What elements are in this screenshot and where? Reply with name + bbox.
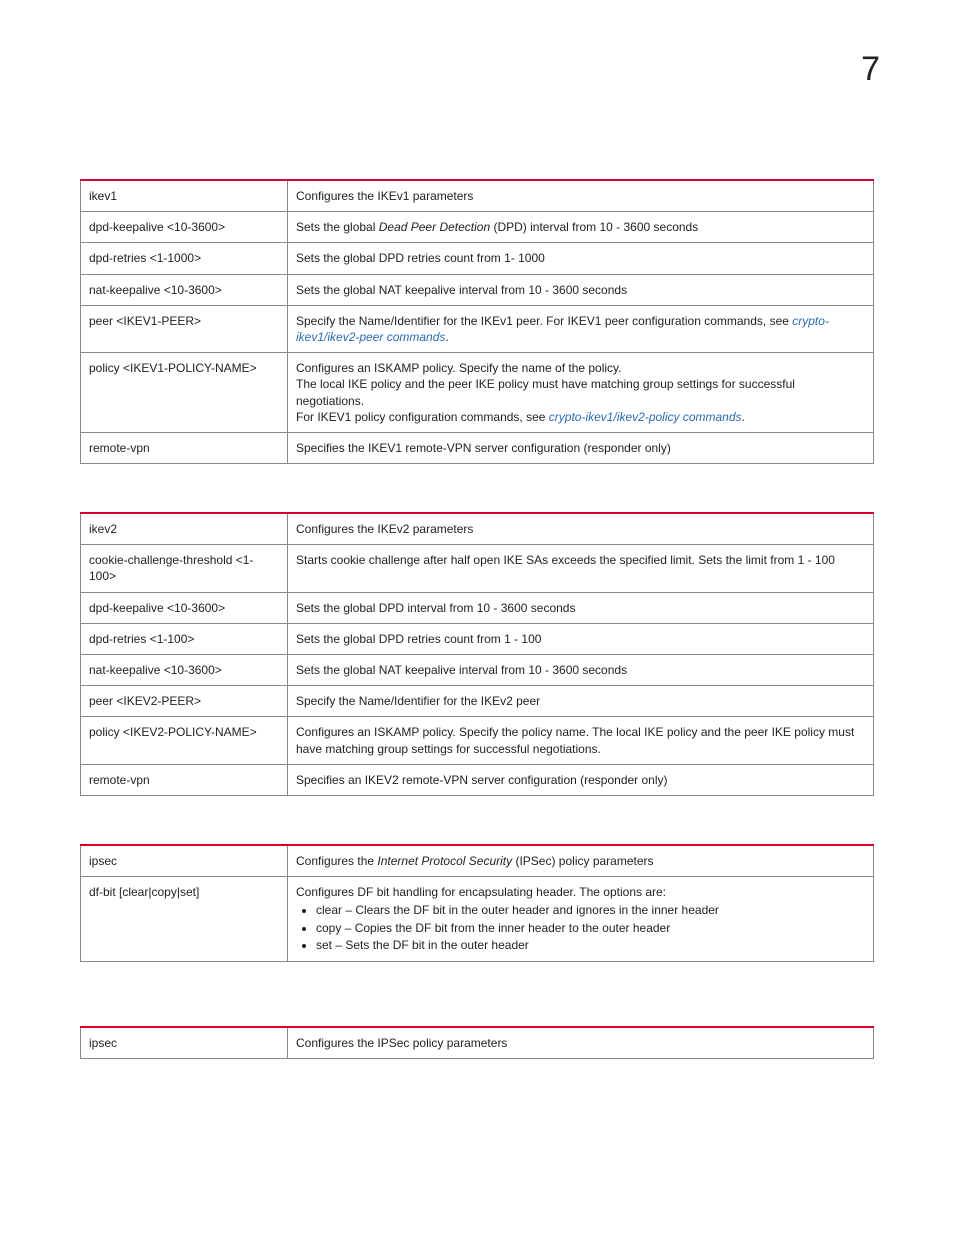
desc-cell: Configures the IKEv1 parameters [288,180,874,212]
desc-cell: Configures the IPSec policy parameters [288,1027,874,1059]
param-cell: remote-vpn [81,432,288,463]
param-cell: ipsec [81,845,288,877]
param-cell: dpd-keepalive <10-3600> [81,592,288,623]
param-cell: ipsec [81,1027,288,1059]
page: 7 ikev1 Configures the IKEv1 parameters … [0,0,954,1235]
param-cell: peer <IKEV2-PEER> [81,686,288,717]
ipsec-table-2: ipsec Configures the IPSec policy parame… [80,1026,874,1059]
table-row: peer <IKEV2-PEER> Specify the Name/Ident… [81,686,874,717]
table-row: nat-keepalive <10-3600> Sets the global … [81,274,874,305]
table-row: cookie-challenge-threshold <1-100> Start… [81,545,874,592]
table-row: remote-vpn Specifies an IKEV2 remote-VPN… [81,764,874,795]
param-cell: nat-keepalive <10-3600> [81,655,288,686]
ikev2-table: ikev2 Configures the IKEv2 parameters co… [80,512,874,796]
param-cell: dpd-retries <1-100> [81,623,288,654]
table-row: policy <IKEV2-POLICY-NAME> Configures an… [81,717,874,764]
desc-cell: Specifies the IKEV1 remote-VPN server co… [288,432,874,463]
desc-cell: Sets the global Dead Peer Detection (DPD… [288,212,874,243]
desc-cell: Specify the Name/Identifier for the IKEv… [288,686,874,717]
param-cell: dpd-retries <1-1000> [81,243,288,274]
param-cell: policy <IKEV2-POLICY-NAME> [81,717,288,764]
table-row: dpd-keepalive <10-3600> Sets the global … [81,592,874,623]
param-cell: peer <IKEV1-PEER> [81,305,288,352]
desc-cell: Configures the IKEv2 parameters [288,513,874,545]
table-row: remote-vpn Specifies the IKEV1 remote-VP… [81,432,874,463]
ikev1-table: ikev1 Configures the IKEv1 parameters dp… [80,179,874,464]
desc-cell: Configures DF bit handling for encapsula… [288,877,874,962]
table-row: policy <IKEV1-POLICY-NAME> Configures an… [81,353,874,433]
param-cell: nat-keepalive <10-3600> [81,274,288,305]
param-cell: dpd-keepalive <10-3600> [81,212,288,243]
desc-cell: Starts cookie challenge after half open … [288,545,874,592]
desc-cell: Specifies an IKEV2 remote-VPN server con… [288,764,874,795]
param-cell: remote-vpn [81,764,288,795]
desc-cell: Sets the global NAT keepalive interval f… [288,655,874,686]
desc-cell: Configures an ISKAMP policy. Specify the… [288,353,874,433]
desc-cell: Configures an ISKAMP policy. Specify the… [288,717,874,764]
table-row: dpd-retries <1-1000> Sets the global DPD… [81,243,874,274]
table-row: ipsec Configures the IPSec policy parame… [81,1027,874,1059]
table-row: ikev2 Configures the IKEv2 parameters [81,513,874,545]
param-cell: df-bit [clear|copy|set] [81,877,288,962]
page-number: 7 [80,50,880,89]
ipsec-table: ipsec Configures the Internet Protocol S… [80,844,874,962]
table-row: peer <IKEV1-PEER> Specify the Name/Ident… [81,305,874,352]
desc-cell: Configures the Internet Protocol Securit… [288,845,874,877]
desc-cell: Sets the global DPD interval from 10 - 3… [288,592,874,623]
table-row: nat-keepalive <10-3600> Sets the global … [81,655,874,686]
table-row: dpd-keepalive <10-3600> Sets the global … [81,212,874,243]
param-cell: ikev1 [81,180,288,212]
desc-cell: Sets the global DPD retries count from 1… [288,623,874,654]
table-row: dpd-retries <1-100> Sets the global DPD … [81,623,874,654]
table-row: df-bit [clear|copy|set] Configures DF bi… [81,877,874,962]
desc-cell: Sets the global DPD retries count from 1… [288,243,874,274]
desc-cell: Sets the global NAT keepalive interval f… [288,274,874,305]
table-row: ipsec Configures the Internet Protocol S… [81,845,874,877]
param-cell: policy <IKEV1-POLICY-NAME> [81,353,288,433]
desc-cell: Specify the Name/Identifier for the IKEv… [288,305,874,352]
param-cell: cookie-challenge-threshold <1-100> [81,545,288,592]
param-cell: ikev2 [81,513,288,545]
table-row: ikev1 Configures the IKEv1 parameters [81,180,874,212]
